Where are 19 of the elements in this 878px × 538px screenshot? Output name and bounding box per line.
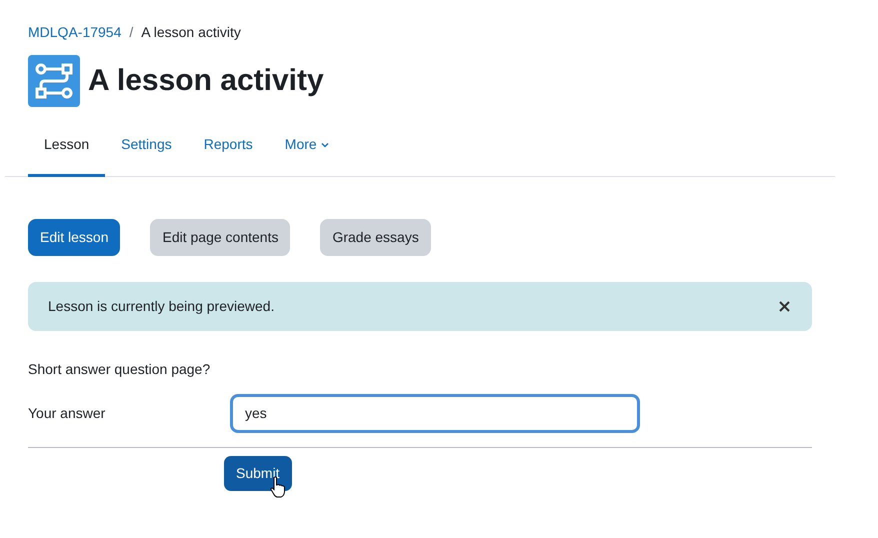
- breadcrumb-current: A lesson activity: [141, 23, 241, 42]
- action-button[interactable]: Edit page contents: [150, 219, 290, 256]
- answer-field[interactable]: yes: [230, 394, 640, 433]
- question-text: Short answer question page?: [28, 360, 212, 379]
- submit-button[interactable]: Submit: [224, 456, 292, 491]
- close-icon[interactable]: [779, 301, 790, 312]
- edit-lesson-button[interactable]: Edit lesson: [28, 219, 120, 256]
- alert-text: Lesson is currently being previewed.: [48, 297, 274, 316]
- nav-tab[interactable]: Lesson: [28, 117, 106, 177]
- action-button[interactable]: Grade essays: [320, 219, 431, 256]
- answer-label: Your answer: [28, 404, 106, 423]
- breadcrumb-separator: /: [129, 23, 134, 42]
- caret-icon: [320, 142, 329, 148]
- page-title: A lesson activity: [88, 63, 324, 99]
- lesson-icon: [28, 55, 80, 107]
- nav-tab[interactable]: Settings: [105, 117, 188, 177]
- nav-tab[interactable]: Reports: [188, 117, 269, 177]
- breadcrumb-link[interactable]: MDLQA-17954: [28, 22, 122, 43]
- more-menu-tab[interactable]: More: [268, 117, 345, 177]
